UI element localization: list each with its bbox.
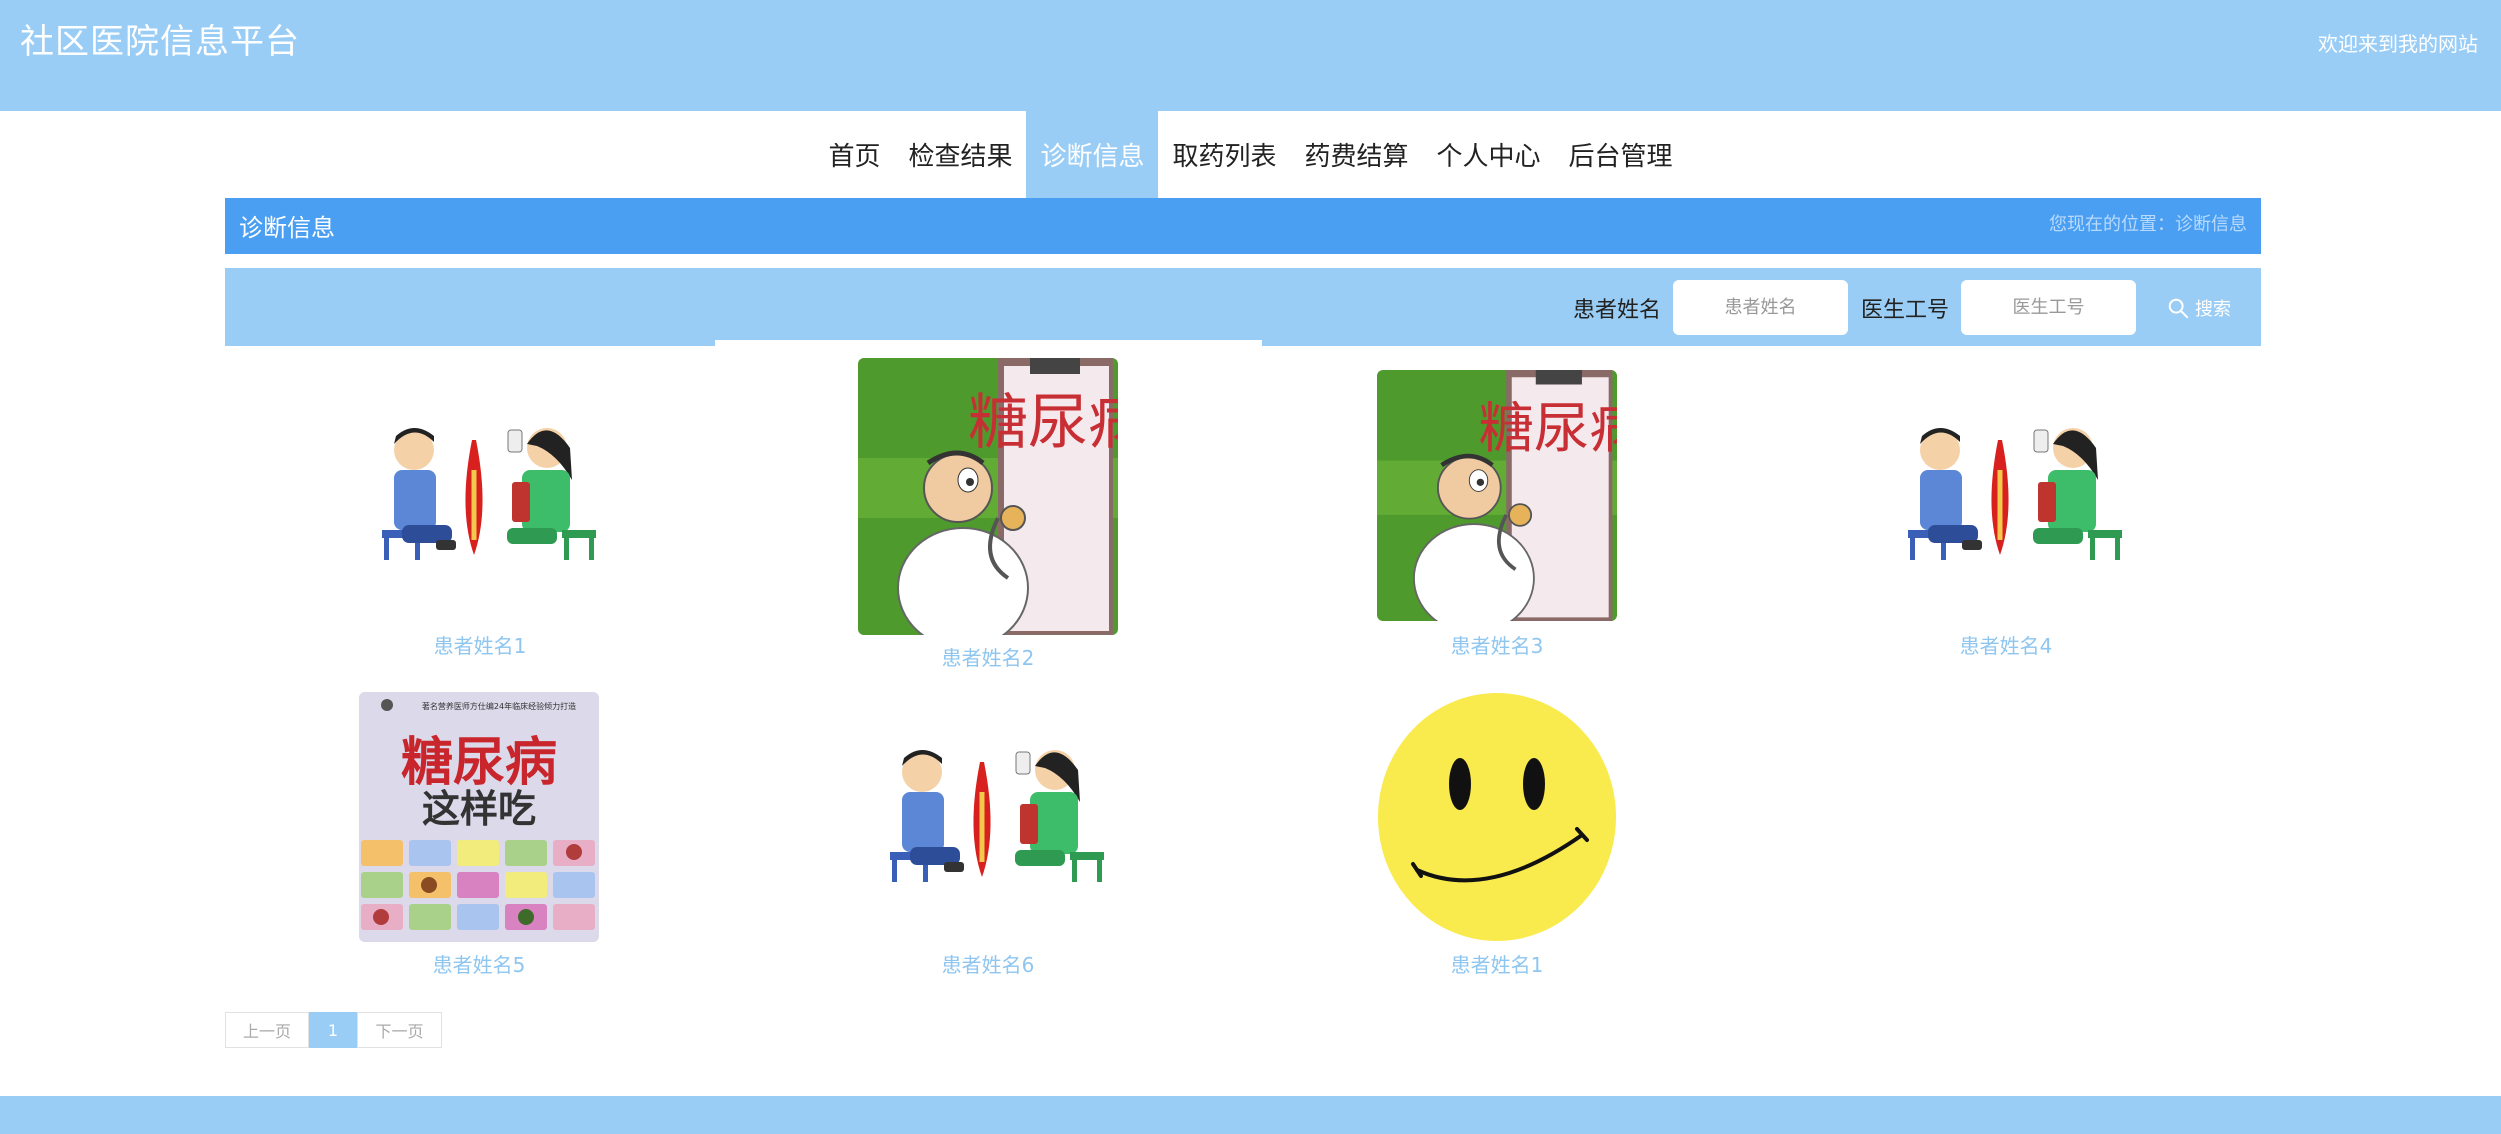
- top-header: 社区医院信息平台 欢迎来到我的网站: [0, 0, 2501, 111]
- smiley-face-image: [1377, 692, 1617, 942]
- patient-card[interactable]: 患者姓名4: [1876, 370, 2136, 660]
- patient-name-link[interactable]: 患者姓名6: [858, 949, 1118, 978]
- breadcrumb: 您现在的位置：诊断信息: [2049, 214, 2247, 235]
- section-header: 诊断信息 您现在的位置：诊断信息: [225, 198, 2261, 254]
- diabetes-doctor-image: 糖尿病: [1377, 370, 1617, 621]
- patient-name-link[interactable]: 患者姓名1: [350, 630, 610, 659]
- patient-name-link[interactable]: 患者姓名5: [359, 949, 599, 978]
- search-bar: 患者姓名 医生工号 搜索: [225, 268, 2261, 346]
- search-icon: [2168, 298, 2189, 318]
- patient-card[interactable]: 患者姓名6: [858, 692, 1118, 982]
- cartoon-patients-image: [362, 370, 598, 600]
- patient-name-label: 患者姓名: [1572, 297, 1661, 323]
- pagination: 上一页 1 下一页: [225, 1012, 442, 1048]
- section-title: 诊断信息: [239, 214, 335, 242]
- prev-page-button[interactable]: 上一页: [225, 1012, 309, 1048]
- doctor-id-input[interactable]: [1961, 280, 2136, 335]
- book-subtitle: 这样吃: [422, 786, 536, 831]
- sign-text: 糖尿病: [968, 388, 1118, 458]
- patient-card[interactable]: 糖尿病 患者姓名2: [858, 358, 1118, 672]
- nav-item-billing[interactable]: 药费结算: [1291, 111, 1423, 198]
- book-title: 糖尿病: [401, 733, 557, 793]
- nav-item-home[interactable]: 首页: [814, 111, 894, 198]
- current-page-button[interactable]: 1: [309, 1012, 357, 1048]
- nav-item-exam-results[interactable]: 检查结果: [894, 111, 1026, 198]
- welcome-text: 欢迎来到我的网站: [2318, 32, 2478, 56]
- cartoon-patients-image: [870, 692, 1106, 922]
- search-button[interactable]: 搜索: [2149, 295, 2261, 321]
- nav-item-diagnosis[interactable]: 诊断信息: [1026, 111, 1159, 198]
- nav-item-admin[interactable]: 后台管理: [1555, 111, 1687, 198]
- nav-item-medicine-list[interactable]: 取药列表: [1158, 111, 1290, 198]
- hover-strip: [715, 340, 1262, 350]
- diet-book-cover-image: 著名营养医师方仕编24年临床经验倾力打造 糖尿病 这样吃: [359, 692, 599, 942]
- patient-card[interactable]: 糖尿病 患者姓名3: [1377, 370, 1617, 660]
- patient-card[interactable]: 患者姓名1: [350, 370, 610, 660]
- footer-bar: [0, 1096, 2501, 1134]
- cartoon-patients-image: [1888, 370, 2124, 600]
- nav-item-profile[interactable]: 个人中心: [1423, 111, 1555, 198]
- patient-name-link[interactable]: 患者姓名2: [858, 642, 1118, 671]
- patient-name-input[interactable]: [1672, 280, 1848, 335]
- search-button-label: 搜索: [2195, 298, 2231, 320]
- doctor-id-label: 医生工号: [1860, 297, 1949, 323]
- main-nav: 首页 检查结果 诊断信息 取药列表 药费结算 个人中心 后台管理: [0, 111, 2501, 198]
- patient-name-link[interactable]: 患者姓名3: [1377, 630, 1617, 659]
- site-title: 社区医院信息平台: [20, 22, 300, 62]
- patient-card[interactable]: 患者姓名1: [1377, 692, 1617, 982]
- patient-card[interactable]: 著名营养医师方仕编24年临床经验倾力打造 糖尿病 这样吃 患者姓名5: [359, 692, 599, 982]
- book-top-text: 著名营养医师方仕编24年临床经验倾力打造: [422, 701, 576, 711]
- patient-name-link[interactable]: 患者姓名1: [1377, 949, 1617, 978]
- sign-text: 糖尿病: [1479, 396, 1617, 459]
- next-page-button[interactable]: 下一页: [357, 1012, 442, 1048]
- diabetes-doctor-image: 糖尿病: [858, 358, 1118, 635]
- patient-name-link[interactable]: 患者姓名4: [1876, 630, 2136, 659]
